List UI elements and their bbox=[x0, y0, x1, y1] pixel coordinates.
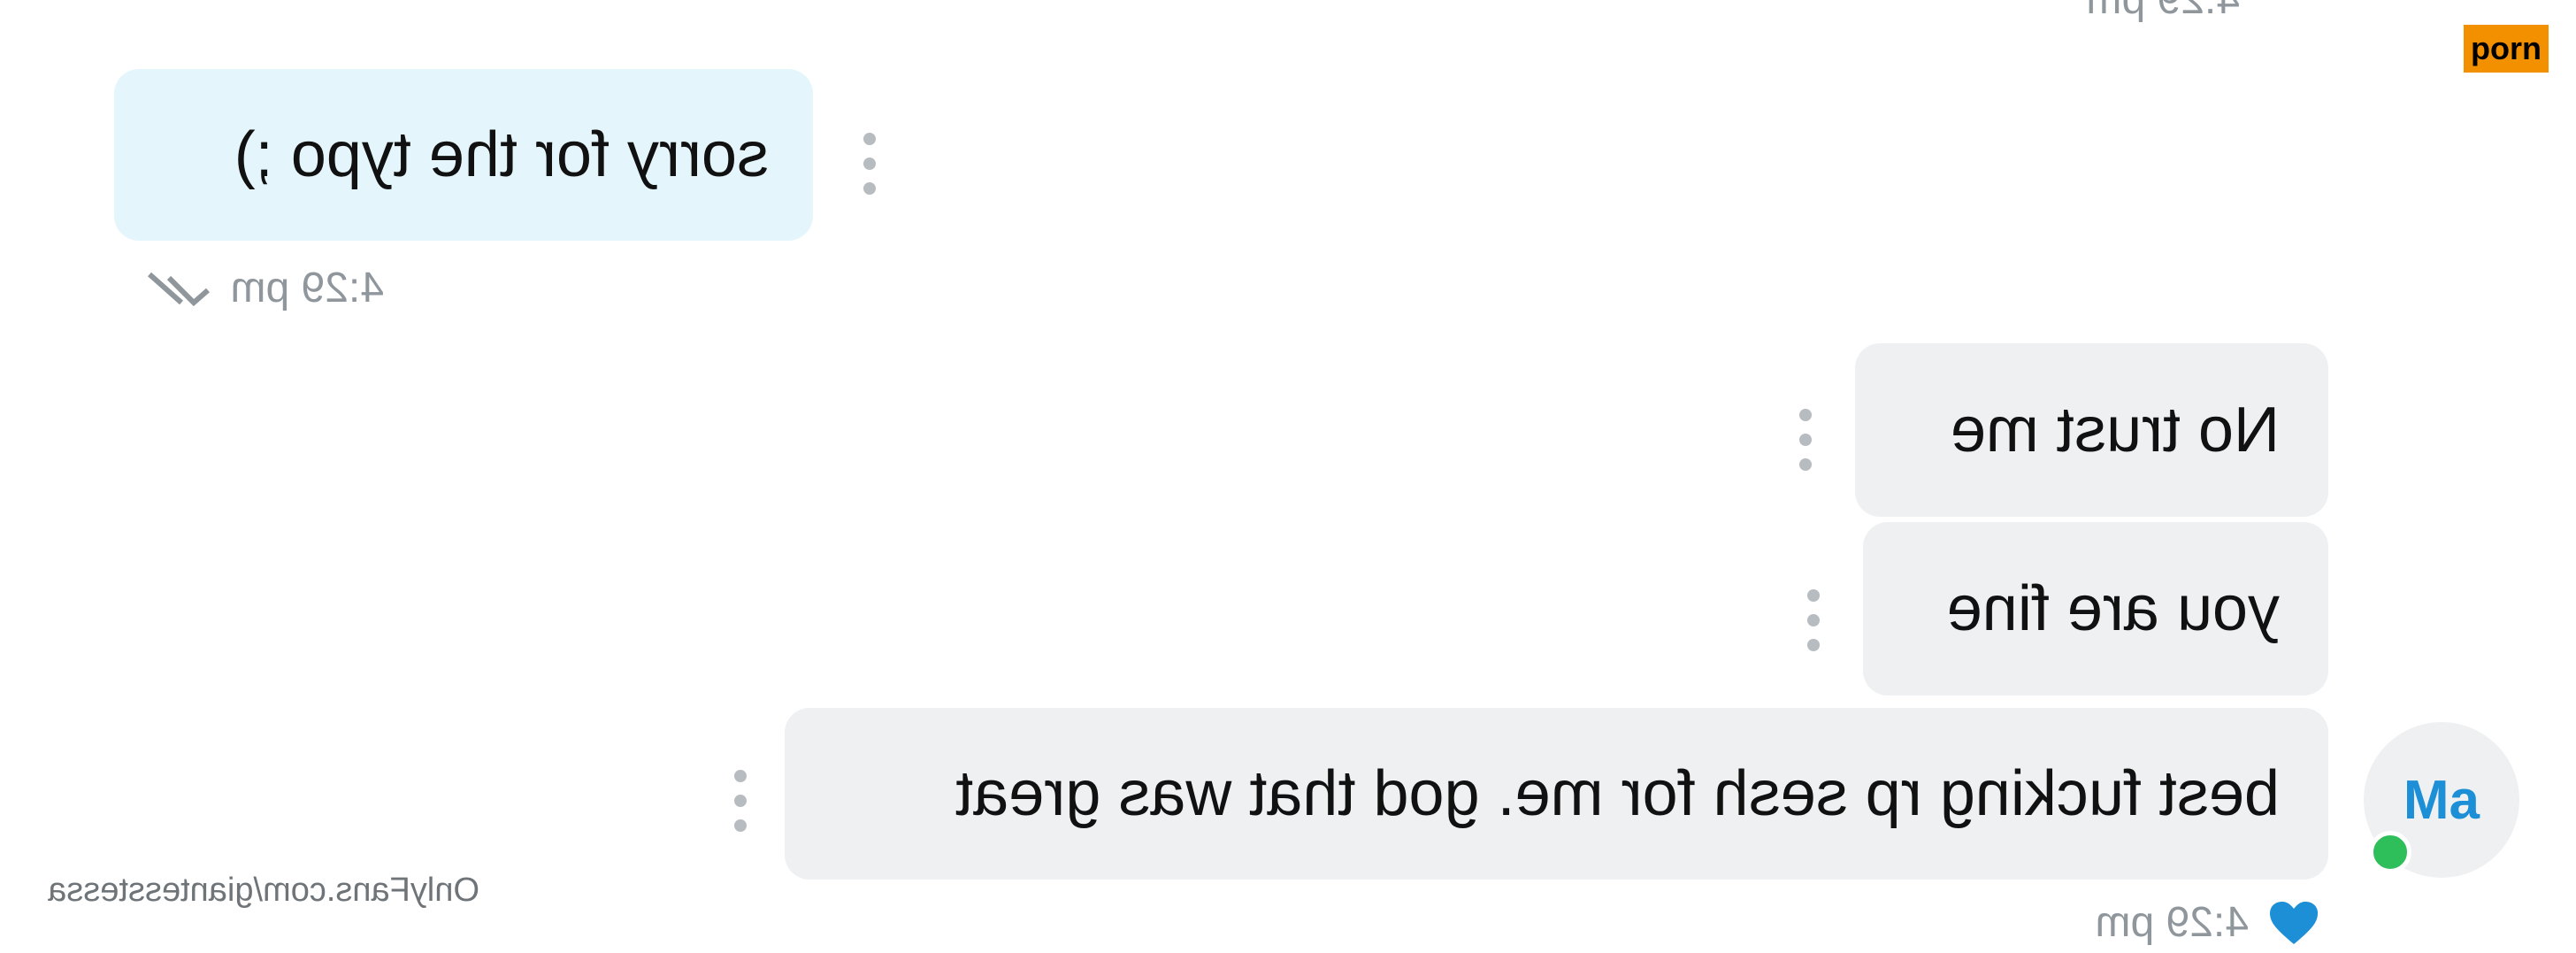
more-vertical-icon bbox=[863, 133, 876, 145]
top-timestamp-text: 4:29 pm bbox=[2087, 0, 2240, 24]
avatar-initials: Ma bbox=[2403, 769, 2480, 831]
watermark-text: OnlyFans.com/giantesstessa bbox=[48, 872, 479, 909]
message-time: 4:29 pm bbox=[230, 265, 384, 311]
message-options-button[interactable] bbox=[1799, 409, 1812, 471]
message-text: you are fine bbox=[1946, 573, 2280, 644]
chat-area: 4:29 pm sorry for the typo ;) 4:29 pm No… bbox=[0, 0, 2576, 953]
message-timestamp: 4:29 pm bbox=[2096, 898, 2319, 947]
content-tag-label: porn bbox=[2471, 30, 2542, 66]
message-text: No trust me bbox=[1950, 395, 2280, 465]
top-timestamp: 4:29 pm bbox=[2087, 0, 2240, 24]
message-text: sorry for the typo ;) bbox=[234, 119, 769, 190]
message-bubble-incoming[interactable]: best fucking rp sesh for me. god that wa… bbox=[785, 708, 2328, 880]
message-text: best fucking rp sesh for me. god that wa… bbox=[955, 758, 2280, 829]
heart-icon[interactable] bbox=[2268, 900, 2319, 946]
watermark: OnlyFans.com/giantesstessa bbox=[48, 872, 479, 910]
message-options-button[interactable] bbox=[1807, 589, 1820, 651]
more-vertical-icon bbox=[1807, 589, 1820, 602]
message-options-button[interactable] bbox=[863, 133, 876, 195]
message-timestamp: 4:29 pm bbox=[142, 264, 384, 312]
message-time: 4:29 pm bbox=[2095, 899, 2249, 946]
content-tag-badge: porn bbox=[2464, 25, 2549, 73]
message-options-button[interactable] bbox=[734, 770, 747, 832]
double-check-icon bbox=[147, 272, 210, 306]
message-bubble-incoming[interactable]: No trust me bbox=[1855, 343, 2328, 517]
message-bubble-incoming[interactable]: you are fine bbox=[1863, 522, 2328, 696]
message-bubble-outgoing[interactable]: sorry for the typo ;) bbox=[114, 69, 813, 241]
more-vertical-icon bbox=[1799, 409, 1812, 421]
more-vertical-icon bbox=[734, 770, 747, 782]
online-status-dot bbox=[2369, 831, 2411, 873]
